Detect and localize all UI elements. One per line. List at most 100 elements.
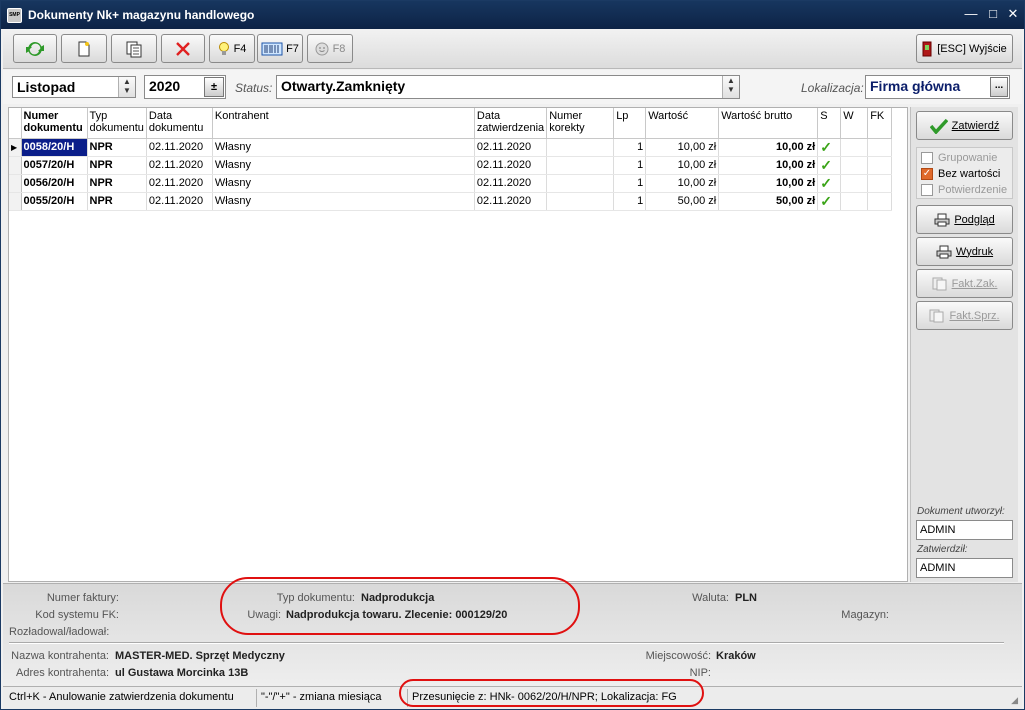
cell-numer[interactable]: 0055/20/H [21,192,88,211]
cell-data[interactable]: 02.11.2020 [146,192,213,211]
cell-kontrahent[interactable]: Własny [212,174,475,193]
potwierdzenie-checkbox[interactable]: Potwierdzenie [921,184,1007,196]
col-header[interactable]: Data dokumentu [146,108,213,139]
cell-numer[interactable]: 0058/20/H [21,138,88,157]
year-field[interactable]: 2020 ± [144,75,226,99]
cell-numer[interactable]: 0056/20/H [21,174,88,193]
copy-document-icon [126,41,142,57]
cell-data[interactable]: 02.11.2020 [146,174,213,193]
resize-grip-icon[interactable]: ◢ [1011,695,1018,706]
cell-kontrahent[interactable]: Własny [212,156,475,175]
status-select[interactable]: Otwarty.Zamknięty ▲ ▼ [276,75,740,99]
col-header[interactable]: Data zatwierdzenia [474,108,548,139]
col-header[interactable]: S [817,108,842,139]
cell-data-zatw[interactable]: 02.11.2020 [474,174,548,193]
cell-data[interactable]: 02.11.2020 [146,138,213,157]
preview-button[interactable]: Podgląd [916,205,1013,234]
cell-typ[interactable]: NPR [87,138,147,157]
cell-brutto[interactable]: 10,00 zł [718,156,819,175]
cell-lp[interactable]: 1 [613,156,647,175]
cell-lp[interactable]: 1 [613,174,647,193]
grupowanie-checkbox[interactable]: Grupowanie [921,152,997,164]
cell-fk[interactable] [867,174,893,193]
table-row[interactable]: 0055/20/H NPR 02.11.2020 Własny 02.11.20… [9,192,893,211]
cell-w[interactable] [840,174,869,193]
cell-kontrahent[interactable]: Własny [212,192,475,211]
warehouse-label: Magazyn: [841,609,889,621]
checkmark-icon: ✓ [817,174,842,193]
purchase-invoice-button[interactable]: Fakt.Zak. [916,269,1013,298]
cell-fk[interactable] [867,138,893,157]
sales-invoice-button[interactable]: Fakt.Sprz. [916,301,1013,330]
cell-wartosc[interactable]: 50,00 zł [645,192,720,211]
cell-lp[interactable]: 1 [613,138,647,157]
status-divider [256,689,257,707]
location-field[interactable]: Firma główna ... [865,75,1010,99]
cell-korekta[interactable] [546,192,615,211]
maximize-icon[interactable]: □ [985,7,1001,21]
f7-button[interactable]: F7 [257,34,303,63]
bez-wartosci-checkbox[interactable]: ✓ Bez wartości [921,168,1000,180]
exit-button[interactable]: [ESC] Wyjście [916,34,1013,63]
table-row[interactable]: 0056/20/H NPR 02.11.2020 Własny 02.11.20… [9,174,893,193]
cell-w[interactable] [840,192,869,211]
app-icon: SMP [7,8,22,23]
copy-document-button[interactable] [111,34,157,63]
delete-button[interactable] [161,34,205,63]
currency-value: PLN [735,592,757,604]
cell-wartosc[interactable]: 10,00 zł [645,174,720,193]
exit-door-icon [922,41,932,56]
f4-button[interactable]: F4 [209,34,255,63]
cell-typ[interactable]: NPR [87,192,147,211]
month-select[interactable]: Listopad ▲ ▼ [12,76,136,98]
col-header[interactable]: Kontrahent [212,108,475,139]
col-header[interactable]: Wartość brutto [718,108,819,139]
col-header[interactable]: Typ dokumentu [87,108,147,139]
cell-brutto[interactable]: 10,00 zł [718,174,819,193]
cell-w[interactable] [840,156,869,175]
year-stepper-icon[interactable]: ± [204,77,224,97]
cell-brutto[interactable]: 50,00 zł [718,192,819,211]
confirm-button[interactable]: Zatwierdź [916,111,1013,140]
printer-icon [934,213,950,226]
table-row[interactable]: 0057/20/H NPR 02.11.2020 Własny 02.11.20… [9,156,893,175]
cell-wartosc[interactable]: 10,00 zł [645,156,720,175]
cell-wartosc[interactable]: 10,00 zł [645,138,720,157]
f8-label: F8 [332,42,346,55]
cell-typ[interactable]: NPR [87,174,147,193]
new-document-button[interactable] [61,34,107,63]
cell-data-zatw[interactable]: 02.11.2020 [474,156,548,175]
cell-w[interactable] [840,138,869,157]
col-header[interactable]: Wartość [645,108,720,139]
refresh-button[interactable] [13,34,57,63]
spinner-arrows-icon[interactable]: ▲ ▼ [118,77,135,97]
cell-korekta[interactable] [546,138,615,157]
minimize-icon[interactable]: — [963,7,979,21]
cell-lp[interactable]: 1 [613,192,647,211]
checkmark-icon: ✓ [817,156,842,175]
col-header[interactable]: Numer dokumentu [21,108,88,139]
cell-korekta[interactable] [546,174,615,193]
col-header[interactable]: Lp [613,108,647,139]
cell-data-zatw[interactable]: 02.11.2020 [474,192,548,211]
col-header[interactable]: W [840,108,869,139]
f4-label: F4 [233,42,247,55]
cell-fk[interactable] [867,156,893,175]
cell-brutto[interactable]: 10,00 zł [718,138,819,157]
cell-fk[interactable] [867,192,893,211]
cell-typ[interactable]: NPR [87,156,147,175]
table-row[interactable]: ▶ 0058/20/H NPR 02.11.2020 Własny 02.11.… [9,138,893,157]
location-browse-button[interactable]: ... [990,77,1008,97]
print-button[interactable]: Wydruk [916,237,1013,266]
f8-button[interactable]: F8 [307,34,353,63]
cell-data-zatw[interactable]: 02.11.2020 [474,138,548,157]
side-panel: Zatwierdź Grupowanie ✓ Bez wartości Potw… [910,107,1018,582]
cell-korekta[interactable] [546,156,615,175]
close-icon[interactable]: ✕ [1005,7,1021,21]
spinner-arrows-icon[interactable]: ▲ ▼ [722,76,739,98]
cell-kontrahent[interactable]: Własny [212,138,475,157]
cell-numer[interactable]: 0057/20/H [21,156,88,175]
col-header[interactable]: FK [867,108,893,139]
cell-data[interactable]: 02.11.2020 [146,156,213,175]
col-header[interactable]: Numer korekty [546,108,615,139]
